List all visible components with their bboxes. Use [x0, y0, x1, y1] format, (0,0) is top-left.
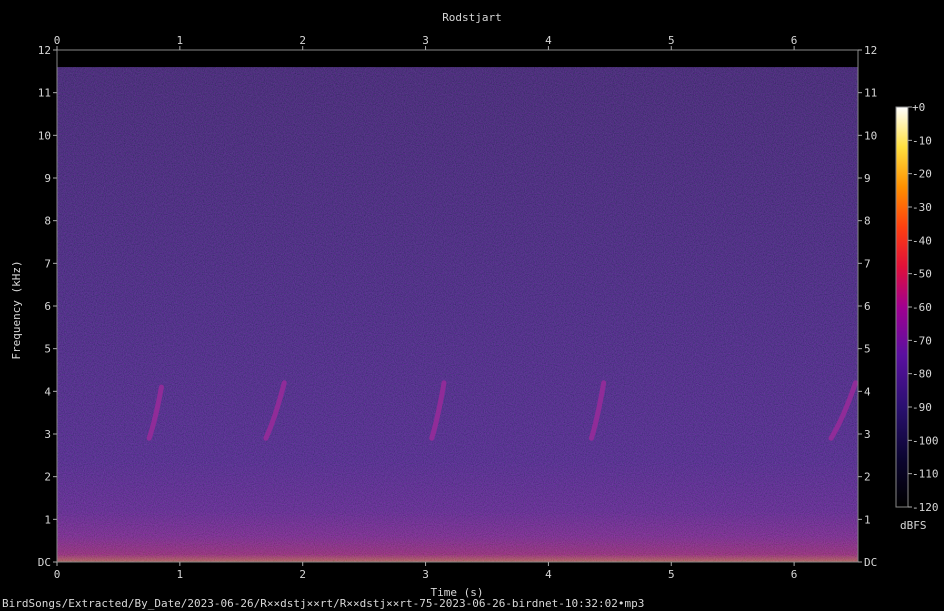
chart-title: Rodstjart [442, 11, 502, 24]
y-tick-label-left-1: 1 [44, 513, 51, 526]
y-tick-label-right-12: 12 [864, 44, 877, 57]
x-tick-label-bottom-3: 3 [422, 568, 429, 581]
y-tick-label-left-7: 7 [44, 257, 51, 270]
colorbar-tick-label-8: -80 [912, 368, 932, 381]
colorbar-tick-label-3: -30 [912, 201, 932, 214]
y-tick-label-left-3: 3 [44, 428, 51, 441]
colorbar-tick-label-1: -10 [912, 134, 932, 147]
y-tick-label-right-5: 5 [864, 343, 871, 356]
spectrogram-plot [56, 49, 859, 563]
y-tick-label-left-DC: DC [38, 556, 51, 569]
colorbar-label: dBFS [900, 519, 927, 532]
y-tick-label-right-3: 3 [864, 428, 871, 441]
y-tick-label-right-11: 11 [864, 87, 877, 100]
y-tick-label-left-4: 4 [44, 385, 51, 398]
y-axis-right: DC123456789101112 [858, 44, 877, 569]
x-axis-bottom: 0 1 2 3 4 5 6 [54, 562, 798, 581]
y-tick-label-left-10: 10 [38, 129, 51, 142]
spectrogram-chart: Rodstjart 0123456 0123456 DC123456789101… [10, 11, 939, 599]
x-tick-label-top-3: 3 [422, 34, 429, 47]
colorbar-tick-label-2: -20 [912, 168, 932, 181]
y-tick-label-left-8: 8 [44, 215, 51, 228]
colorbar-tick-label-5: -50 [912, 268, 932, 281]
x-tick-label-top-2: 2 [299, 34, 306, 47]
spectrogram-noise [57, 50, 858, 562]
y-tick-label-left-9: 9 [44, 172, 51, 185]
y-tick-label-right-2: 2 [864, 471, 871, 484]
colorbar-tick-label-9: -90 [912, 401, 932, 414]
y-tick-label-left-6: 6 [44, 300, 51, 313]
colorbar-tick-label-7: -70 [912, 334, 932, 347]
x-tick-label-top-5: 5 [668, 34, 675, 47]
y-tick-label-left-2: 2 [44, 471, 51, 484]
y-tick-label-right-10: 10 [864, 129, 877, 142]
x-tick-label-bottom-2: 2 [299, 568, 306, 581]
colorbar-tick-label-6: -60 [912, 301, 932, 314]
y-tick-label-left-12: 12 [38, 44, 51, 57]
x-tick-label-bottom-1: 1 [177, 568, 184, 581]
colorbar-tick-label-10: -100 [912, 434, 939, 447]
x-axis-top: 0 1 2 3 4 5 6 [54, 34, 798, 50]
colorbar-gradient [895, 106, 909, 508]
x-tick-label-top-1: 1 [177, 34, 184, 47]
colorbar-tick-label-11: -110 [912, 468, 939, 481]
x-tick-label-top-6: 6 [791, 34, 798, 47]
y-tick-label-left-5: 5 [44, 343, 51, 356]
y-axis-left: DC123456789101112 [38, 44, 57, 569]
file-path-footer: BirdSongs/Extracted/By_Date/2023-06-26/R… [2, 597, 645, 610]
x-tick-label-bottom-4: 4 [545, 568, 552, 581]
y-tick-label-right-7: 7 [864, 257, 871, 270]
y-tick-label-right-9: 9 [864, 172, 871, 185]
y-tick-label-right-6: 6 [864, 300, 871, 313]
y-tick-label-right-8: 8 [864, 215, 871, 228]
colorbar-tick-label-4: -40 [912, 234, 932, 247]
y-axis-label: Frequency (kHz) [10, 260, 23, 359]
colorbar: +0 -10 -20 -30 -40 -50 -60 -70 -80 -90 -100 -110 -12… [895, 101, 939, 532]
colorbar-ticks: +0 -10 -20 -30 -40 -50 -60 -70 -80 -90 -100 -110 -12… [908, 101, 939, 514]
x-tick-label-top-0: 0 [54, 34, 61, 47]
x-tick-label-bottom-5: 5 [668, 568, 675, 581]
colorbar-tick-label-0: +0 [912, 101, 925, 114]
y-tick-label-right-4: 4 [864, 385, 871, 398]
y-tick-label-right-1: 1 [864, 513, 871, 526]
x-tick-label-top-4: 4 [545, 34, 552, 47]
y-tick-label-right-DC: DC [864, 556, 877, 569]
colorbar-tick-label-12: -120 [912, 501, 939, 514]
spectrogram-top-cutoff [57, 50, 858, 68]
x-tick-label-bottom-0: 0 [54, 568, 61, 581]
y-tick-label-left-11: 11 [38, 87, 51, 100]
x-tick-label-bottom-6: 6 [791, 568, 798, 581]
